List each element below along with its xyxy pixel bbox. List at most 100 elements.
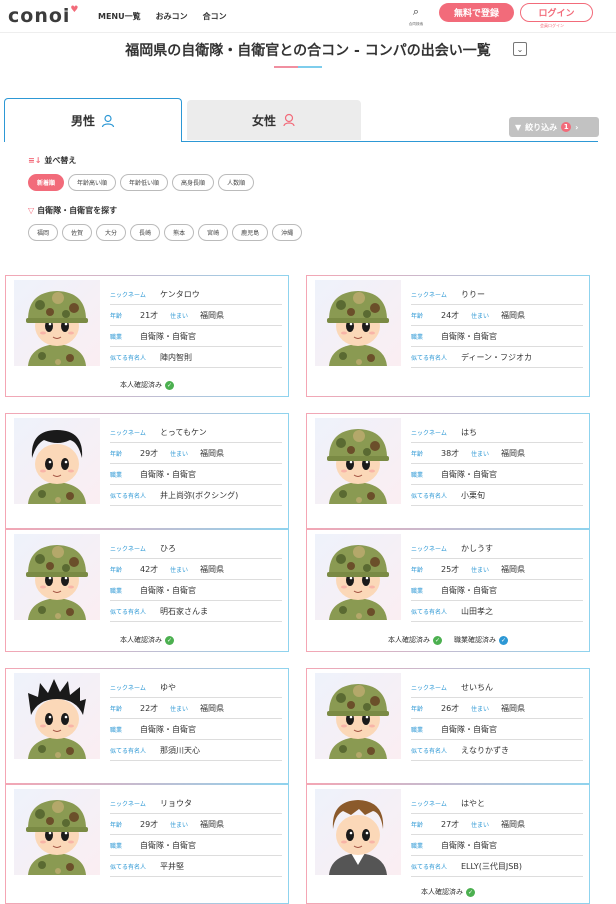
age-label: 年齢 bbox=[110, 450, 123, 458]
helmet-icon bbox=[26, 291, 88, 323]
job-value: 自衛隊・自衛官 bbox=[441, 331, 497, 341]
profile-avatar[interactable] bbox=[14, 673, 100, 759]
profile-avatar[interactable] bbox=[315, 673, 401, 759]
nickname-row: ニックネーム ゆや bbox=[110, 677, 282, 698]
job-value: 自衛隊・自衛官 bbox=[441, 585, 497, 595]
nickname-row: ニックネーム はち bbox=[411, 422, 583, 443]
nickname-value: はやと bbox=[461, 798, 485, 808]
area-option-nagasaki[interactable]: 長崎 bbox=[130, 224, 161, 241]
profile-avatar[interactable] bbox=[14, 789, 100, 875]
profile-avatar[interactable] bbox=[315, 534, 401, 620]
residence-label: 住まい bbox=[170, 566, 189, 574]
gender-tabs: 男性 女性 ▼ 絞り込み 1 › bbox=[4, 98, 599, 142]
nickname-label: ニックネーム bbox=[411, 429, 447, 437]
main-nav: MENU一覧 おみコン 合コン bbox=[98, 11, 227, 22]
profile-avatar[interactable] bbox=[14, 418, 100, 504]
profile-avatar[interactable] bbox=[315, 280, 401, 366]
nickname-row: ニックネーム りりー bbox=[411, 284, 583, 305]
site-logo[interactable]: conoi♥ bbox=[8, 5, 90, 27]
profile-info: ニックネーム せいちん 年齢 26才 住まい 福岡県 職業 自衛隊・自衛官 似てる有名人 えなりか… bbox=[411, 677, 583, 761]
residence-value: 福岡県 bbox=[501, 564, 525, 574]
nav-menu-list[interactable]: MENU一覧 bbox=[98, 11, 141, 22]
female-user-icon bbox=[283, 113, 295, 127]
job-value: 自衛隊・自衛官 bbox=[140, 331, 196, 341]
profile-card[interactable]: ニックネーム りりー 年齢 24才 住まい 福岡県 職業 自衛隊・自衛官 似てる有名人 ディーン・… bbox=[306, 275, 590, 397]
age-row: 年齢 42才 住まい 福岡県 bbox=[110, 559, 282, 580]
check-icon: ✓ bbox=[165, 380, 174, 390]
nickname-label: ニックネーム bbox=[110, 291, 146, 299]
verification-badges: 本人確認済み ✓ bbox=[6, 380, 288, 390]
lookalike-row: 似てる有名人 小栗旬 bbox=[411, 485, 583, 506]
area-option-fukuoka[interactable]: 福岡 bbox=[28, 224, 59, 241]
job-row: 職業 自衛隊・自衛官 bbox=[110, 580, 282, 601]
profile-card[interactable]: ニックネーム とってもケン 年齢 29才 住まい 福岡県 職業 自衛隊・自衛官 似てる有名人 井上… bbox=[5, 413, 289, 529]
age-value: 22才 bbox=[140, 703, 159, 713]
lookalike-row: 似てる有名人 明石家さんま bbox=[110, 601, 282, 622]
login-button[interactable]: ログイン bbox=[520, 3, 593, 22]
age-value: 26才 bbox=[441, 703, 460, 713]
area-option-kagoshima[interactable]: 鹿児島 bbox=[232, 224, 269, 241]
profile-card[interactable]: ニックネーム ひろ 年齢 42才 住まい 福岡県 職業 自衛隊・自衛官 似てる有名人 明石家さんま… bbox=[5, 529, 289, 652]
area-option-saga[interactable]: 佐賀 bbox=[62, 224, 93, 241]
filter-button[interactable]: ▼ 絞り込み 1 › bbox=[509, 117, 599, 137]
nav-omikon[interactable]: おみコン bbox=[156, 11, 188, 22]
area-option-oita[interactable]: 大分 bbox=[96, 224, 127, 241]
profile-avatar[interactable] bbox=[315, 789, 401, 875]
profile-avatar[interactable] bbox=[315, 418, 401, 504]
nickname-label: ニックネーム bbox=[110, 429, 146, 437]
tab-male[interactable]: 男性 bbox=[4, 98, 182, 142]
verification-badges: 本人確認済み ✓ 職業確認済み ✓ bbox=[307, 635, 589, 645]
sort-option-count[interactable]: 人数順 bbox=[218, 174, 255, 191]
search-label: 合同検索 bbox=[408, 21, 424, 26]
register-button[interactable]: 無料で登録 bbox=[439, 3, 514, 22]
job-value: 自衛隊・自衛官 bbox=[140, 469, 196, 479]
sort-option-height[interactable]: 高身長順 bbox=[172, 174, 215, 191]
job-row: 職業 自衛隊・自衛官 bbox=[411, 719, 583, 740]
nickname-value: リョウタ bbox=[160, 798, 192, 808]
nav-goukon[interactable]: 合コン bbox=[203, 11, 227, 22]
age-label: 年齢 bbox=[411, 450, 424, 458]
area-heading: ▽ 自衛隊・自衛官を探す bbox=[28, 206, 118, 215]
area-option-miyazaki[interactable]: 宮崎 bbox=[198, 224, 229, 241]
profile-card[interactable]: ニックネーム リョウタ 年齢 29才 住まい 福岡県 職業 自衛隊・自衛官 似てる有名人 平井堅 bbox=[5, 784, 289, 904]
tab-female[interactable]: 女性 bbox=[187, 100, 361, 140]
profile-info: ニックネーム はやと 年齢 27才 住まい 福岡県 職業 自衛隊・自衛官 似てる有名人 ELLY(… bbox=[411, 793, 583, 877]
residence-label: 住まい bbox=[170, 705, 189, 713]
nickname-label: ニックネーム bbox=[411, 684, 447, 692]
profile-card[interactable]: ニックネーム かしうす 年齢 25才 住まい 福岡県 職業 自衛隊・自衛官 似てる有名人 山田孝之… bbox=[306, 529, 590, 652]
profile-info: ニックネーム ゆや 年齢 22才 住まい 福岡県 職業 自衛隊・自衛官 似てる有名人 那須川天心 bbox=[110, 677, 282, 761]
sort-option-age-asc[interactable]: 年齢低い順 bbox=[120, 174, 169, 191]
chevron-down-icon[interactable]: ⌄ bbox=[513, 42, 527, 56]
profile-card[interactable]: ニックネーム はち 年齢 38才 住まい 福岡県 職業 自衛隊・自衛官 似てる有名人 小栗旬 bbox=[306, 413, 590, 529]
age-value: 29才 bbox=[140, 448, 159, 458]
sort-option-newest[interactable]: 新着順 bbox=[28, 174, 65, 191]
residence-value: 福岡県 bbox=[501, 819, 525, 829]
job-label: 職業 bbox=[110, 471, 123, 479]
area-option-kumamoto[interactable]: 熊本 bbox=[164, 224, 195, 241]
profile-info: ニックネーム はち 年齢 38才 住まい 福岡県 職業 自衛隊・自衛官 似てる有名人 小栗旬 bbox=[411, 422, 583, 506]
job-row: 職業 自衛隊・自衛官 bbox=[110, 326, 282, 347]
age-row: 年齢 29才 住まい 福岡県 bbox=[110, 814, 282, 835]
age-row: 年齢 38才 住まい 福岡県 bbox=[411, 443, 583, 464]
age-value: 27才 bbox=[441, 819, 460, 829]
lookalike-row: 似てる有名人 井上尚弥(ボクシング) bbox=[110, 485, 282, 506]
profile-avatar[interactable] bbox=[14, 280, 100, 366]
check-icon: ✓ bbox=[433, 635, 442, 645]
profile-card[interactable]: ニックネーム せいちん 年齢 26才 住まい 福岡県 職業 自衛隊・自衛官 似てる有名人 えなりか… bbox=[306, 668, 590, 784]
age-value: 29才 bbox=[140, 819, 159, 829]
area-option-okinawa[interactable]: 沖縄 bbox=[272, 224, 303, 241]
sort-option-age-desc[interactable]: 年齢高い順 bbox=[68, 174, 117, 191]
sort-options: 新着順 年齢高い順 年齢低い順 高身長順 人数順 bbox=[28, 174, 255, 191]
profile-card[interactable]: ニックネーム ゆや 年齢 22才 住まい 福岡県 職業 自衛隊・自衛官 似てる有名人 那須川天心 bbox=[5, 668, 289, 784]
profile-card[interactable]: ニックネーム ケンタロウ 年齢 21才 住まい 福岡県 職業 自衛隊・自衛官 似てる有名人 陣内智… bbox=[5, 275, 289, 397]
male-user-icon bbox=[101, 114, 115, 127]
check-icon: ✓ bbox=[499, 635, 508, 645]
job-value: 自衛隊・自衛官 bbox=[140, 840, 196, 850]
age-row: 年齢 21才 住まい 福岡県 bbox=[110, 305, 282, 326]
profile-card[interactable]: ニックネーム はやと 年齢 27才 住まい 福岡県 職業 自衛隊・自衛官 似てる有名人 ELLY(… bbox=[306, 784, 590, 904]
search-button[interactable]: ⌕ 合同検索 bbox=[404, 6, 428, 27]
age-row: 年齢 24才 住まい 福岡県 bbox=[411, 305, 583, 326]
profile-avatar[interactable] bbox=[14, 534, 100, 620]
job-row: 職業 自衛隊・自衛官 bbox=[411, 464, 583, 485]
lookalike-value: 那須川天心 bbox=[160, 745, 200, 755]
